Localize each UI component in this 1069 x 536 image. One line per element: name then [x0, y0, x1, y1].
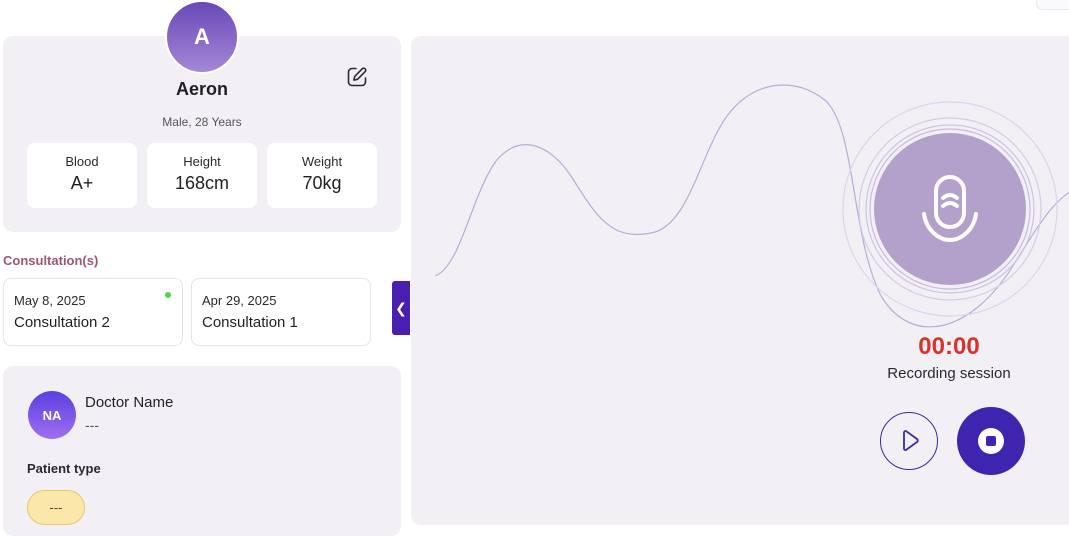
- stop-icon: [978, 428, 1004, 454]
- doctor-initials: NA: [42, 407, 62, 423]
- edit-icon: [347, 67, 367, 87]
- doctor-card: NA Doctor Name --- Patient type ---: [3, 366, 401, 536]
- weight-label: Weight: [301, 154, 343, 169]
- play-icon: [903, 430, 919, 451]
- chevron-left-icon: ❮: [395, 299, 407, 316]
- consultation-title: Consultation 2: [14, 314, 110, 331]
- height-stat: Height 168cm: [147, 143, 257, 208]
- consultation-card-1[interactable]: Apr 29, 2025 Consultation 1: [191, 278, 371, 346]
- consultations-heading: Consultation(s): [3, 253, 99, 268]
- patient-type-label: Patient type: [27, 461, 101, 476]
- patient-initial: A: [194, 24, 210, 49]
- consultation-title: Consultation 1: [202, 314, 298, 331]
- collapse-panel-button[interactable]: ❮: [392, 281, 410, 335]
- patient-summary: Male, 28 Years: [162, 115, 242, 129]
- recording-status: Recording session: [887, 365, 1011, 382]
- height-value: 168cm: [174, 173, 230, 193]
- doctor-name: Doctor Name: [85, 394, 174, 411]
- height-label: Height: [183, 154, 221, 169]
- microphone-icon: [922, 175, 978, 243]
- consultation-card-2[interactable]: May 8, 2025 Consultation 2: [3, 278, 183, 346]
- recording-timer: 00:00: [918, 333, 980, 360]
- doctor-avatar: NA: [28, 391, 76, 439]
- stop-recording-button[interactable]: [957, 407, 1025, 475]
- microphone-button[interactable]: [874, 133, 1026, 285]
- top-right-control[interactable]: [1036, 0, 1069, 10]
- consultation-date: May 8, 2025: [14, 293, 86, 308]
- blood-stat: Blood A+: [27, 143, 137, 208]
- consultation-date: Apr 29, 2025: [202, 293, 277, 308]
- weight-value: 70kg: [302, 173, 342, 193]
- weight-stat: Weight 70kg: [267, 143, 377, 208]
- edit-profile-button[interactable]: [344, 64, 370, 90]
- doctor-value: ---: [85, 417, 99, 433]
- blood-value: A+: [70, 173, 94, 193]
- blood-label: Blood: [65, 154, 99, 169]
- play-button[interactable]: [880, 412, 938, 470]
- patient-avatar: A: [165, 0, 239, 74]
- patient-type-badge[interactable]: ---: [27, 490, 85, 525]
- active-indicator: [165, 292, 171, 298]
